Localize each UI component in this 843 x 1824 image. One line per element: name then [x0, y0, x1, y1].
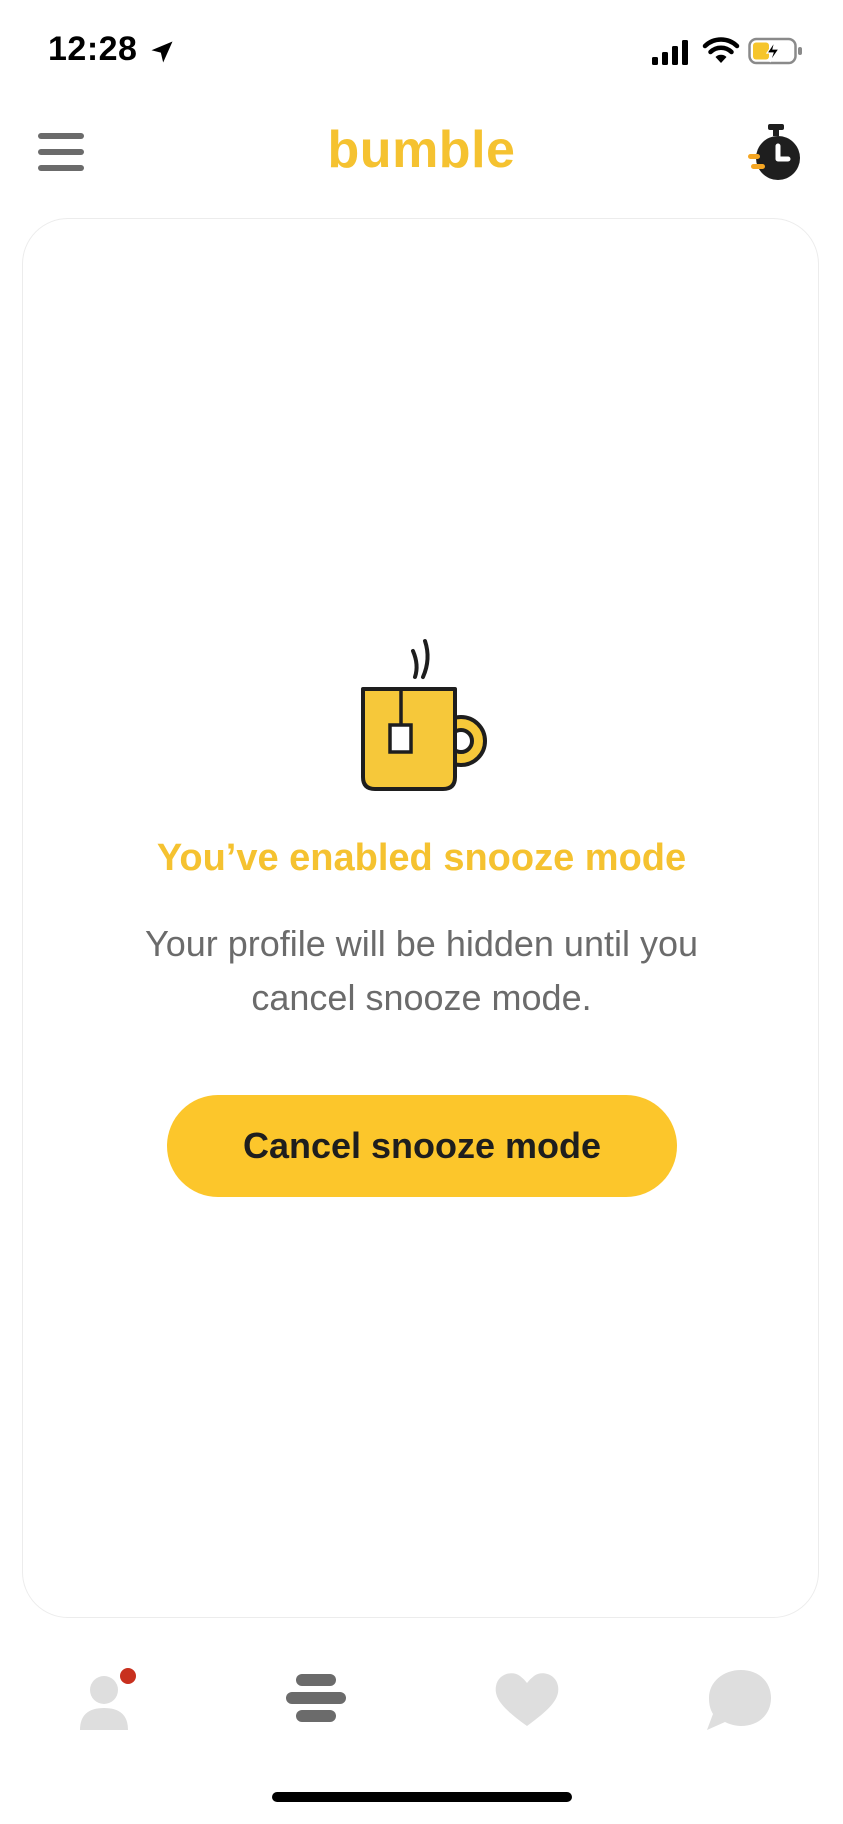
status-time: 12:28 [48, 30, 138, 68]
snooze-stopwatch-icon[interactable] [748, 122, 804, 184]
app-header: bumble [0, 110, 843, 200]
chat-bubble-icon [707, 1670, 771, 1730]
bottom-nav [0, 1660, 843, 1760]
cancel-snooze-button[interactable]: Cancel snooze mode [167, 1095, 677, 1197]
profile-icon [80, 1668, 136, 1730]
tea-mug-icon [351, 637, 531, 817]
cellular-signal-icon [652, 40, 688, 65]
wifi-icon [702, 37, 740, 63]
bumble-logo: bumble [327, 121, 516, 179]
snooze-message: Your profile will be hidden until you ca… [144, 923, 699, 1018]
nav-liked-you[interactable] [482, 1660, 572, 1740]
nav-chats[interactable] [693, 1660, 783, 1740]
discover-icon [286, 1674, 346, 1722]
home-indicator [272, 1792, 572, 1802]
status-bar: 12:28 [0, 0, 843, 100]
location-arrow-icon [151, 41, 173, 63]
heart-icon [495, 1673, 559, 1726]
battery-charging-icon [748, 37, 802, 65]
nav-discover[interactable] [272, 1660, 362, 1740]
notification-dot [120, 1668, 136, 1684]
snooze-title: You’ve enabled snooze mode [156, 837, 687, 879]
nav-profile[interactable] [60, 1660, 150, 1740]
snooze-card: You’ve enabled snooze mode Your profile … [22, 218, 819, 1618]
